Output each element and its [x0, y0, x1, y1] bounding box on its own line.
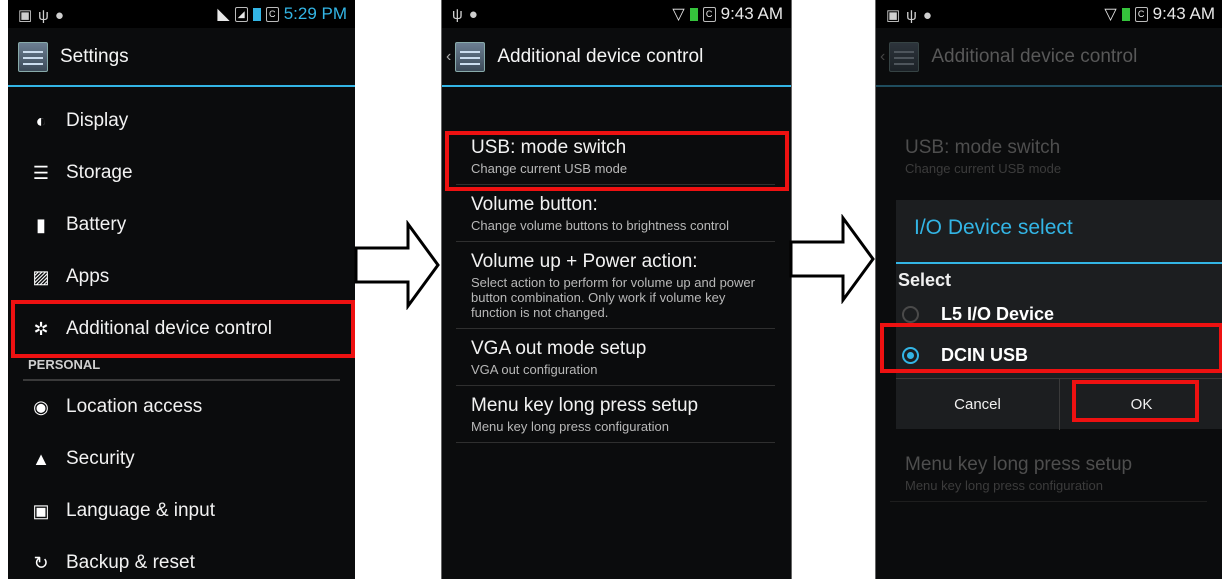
highlight-box	[11, 300, 355, 358]
additional-device-control-screen: ψ● ▽ C 9:43 AM ‹ Additional device contr…	[441, 0, 792, 579]
dialog-title: I/O Device select	[914, 216, 1073, 239]
io-device-select-screen: ▣ψ● ▽ C 9:43 AM ‹ Additional device cont…	[875, 0, 1222, 579]
settings-item-label: Language & input	[66, 500, 215, 521]
device-control-list-lower: Menu key long press setup Menu key long …	[890, 445, 1207, 502]
arrow-right-icon	[789, 214, 875, 304]
item-subtitle: Menu key long press configuration	[905, 478, 1104, 493]
item-title: VGA out mode setup	[471, 338, 647, 359]
highlight-box	[1072, 380, 1199, 422]
back-caret-icon: ‹	[880, 47, 886, 65]
list-item-vga-out-mode[interactable]: VGA out mode setup VGA out configuration	[456, 329, 775, 386]
item-title: Menu key long press setup	[905, 454, 1133, 475]
battery-status-icon	[689, 7, 698, 21]
notification-icons: ▣ψ●	[18, 7, 70, 24]
settings-item-language-input[interactable]: ▣ Language & input	[8, 485, 355, 537]
item-subtitle: Change volume buttons to brightness cont…	[471, 218, 729, 233]
settings-item-storage[interactable]: ☰ Storage	[8, 147, 355, 199]
personal-section-header: PERSONAL	[23, 355, 340, 381]
settings-app-icon[interactable]	[455, 41, 486, 72]
settings-item-label: Security	[66, 448, 135, 469]
cancel-button[interactable]: Cancel	[896, 379, 1059, 430]
battery-icon: ▮	[36, 214, 46, 235]
item-title: Volume button:	[471, 194, 598, 215]
settings-item-label: Storage	[66, 162, 133, 183]
settings-item-display[interactable]: ◐ Display	[8, 95, 355, 147]
language-icon: ▣	[32, 500, 50, 521]
page-title: Settings	[60, 45, 129, 67]
select-label: Select	[898, 270, 952, 290]
status-bar: ψ● ▽ C 9:43 AM	[442, 0, 791, 28]
action-bar: ‹ Additional device control	[442, 28, 791, 87]
status-bar: ▣ψ● ◣ ◢ C 5:29 PM	[8, 0, 355, 28]
settings-item-backup-reset[interactable]: ↻ Backup & reset	[8, 537, 355, 579]
item-subtitle: VGA out configuration	[471, 362, 598, 377]
settings-item-location-access[interactable]: ◉ Location access	[8, 381, 355, 433]
wifi-icon: ◣	[217, 6, 230, 23]
battery-status-icon	[252, 7, 261, 21]
location-icon: ◉	[33, 396, 49, 417]
storage-icon: ☰	[32, 162, 50, 183]
dialog-divider	[896, 262, 1222, 264]
action-bar: Settings	[8, 28, 355, 87]
wifi-icon: ▽	[672, 6, 685, 23]
carrier-icon: C	[265, 6, 279, 22]
list-item-volume-button[interactable]: Volume button: Change volume buttons to …	[456, 185, 775, 242]
page-title: Additional device control	[931, 45, 1138, 67]
notification-icons: ▣ψ●	[886, 7, 938, 24]
list-item-menu-key-long-press[interactable]: Menu key long press setup Menu key long …	[456, 386, 775, 443]
page-title: Additional device control	[497, 45, 704, 67]
settings-app-icon[interactable]	[18, 41, 48, 72]
settings-screen: ▣ψ● ◣ ◢ C 5:29 PM Settings ◐ Display ☰ S…	[8, 0, 355, 579]
settings-item-label: Location access	[66, 396, 203, 417]
option-l5-io-device[interactable]: L5 I/O Device	[902, 304, 1054, 325]
settings-item-label: Backup & reset	[66, 552, 195, 573]
carrier-icon: C	[1134, 6, 1148, 22]
settings-item-battery[interactable]: ▮ Battery	[8, 199, 355, 251]
item-title: USB: mode switch	[905, 137, 1061, 158]
backup-icon: ↻	[33, 552, 49, 573]
item-subtitle: Change current USB mode	[905, 161, 1062, 176]
highlight-box	[445, 131, 789, 191]
status-time: 9:43 AM	[1152, 4, 1215, 23]
apps-icon: ▨	[32, 266, 50, 287]
back-caret-icon[interactable]: ‹	[446, 48, 451, 66]
notification-icons: ψ●	[452, 6, 484, 23]
signal-icon: ◢	[234, 6, 248, 22]
wifi-icon: ▽	[1104, 6, 1117, 23]
lock-icon: ▲	[32, 448, 50, 469]
arrow-right-icon	[354, 220, 440, 310]
settings-item-label: Battery	[66, 214, 127, 235]
status-time: 9:43 AM	[720, 4, 783, 23]
display-icon: ◐	[35, 110, 47, 131]
settings-item-security[interactable]: ▲ Security	[8, 433, 355, 485]
settings-app-icon	[889, 41, 920, 72]
status-time: 5:29 PM	[283, 4, 347, 23]
item-title: Volume up + Power action:	[471, 251, 698, 272]
action-bar: ‹ Additional device control	[876, 28, 1222, 87]
list-item-menu-key-long-press: Menu key long press setup Menu key long …	[890, 445, 1207, 502]
battery-status-icon	[1121, 7, 1130, 21]
item-subtitle: Select action to perform for volume up a…	[471, 275, 755, 320]
option-label: L5 I/O Device	[941, 304, 1055, 324]
list-item-usb-mode-switch: USB: mode switch Change current USB mode	[890, 128, 1207, 184]
device-control-list: USB: mode switch Change current USB mode	[890, 128, 1207, 184]
status-bar: ▣ψ● ▽ C 9:43 AM	[876, 0, 1222, 28]
carrier-icon: C	[702, 6, 716, 22]
highlight-box	[880, 323, 1222, 373]
settings-item-apps[interactable]: ▨ Apps	[8, 251, 355, 303]
settings-item-label: Apps	[66, 266, 110, 287]
item-subtitle: Menu key long press configuration	[471, 419, 670, 434]
item-title: Menu key long press setup	[471, 395, 699, 416]
settings-item-label: Display	[66, 110, 129, 131]
radio-unchecked-icon[interactable]	[902, 306, 919, 323]
list-item-volume-power-action[interactable]: Volume up + Power action: Select action …	[456, 242, 775, 329]
